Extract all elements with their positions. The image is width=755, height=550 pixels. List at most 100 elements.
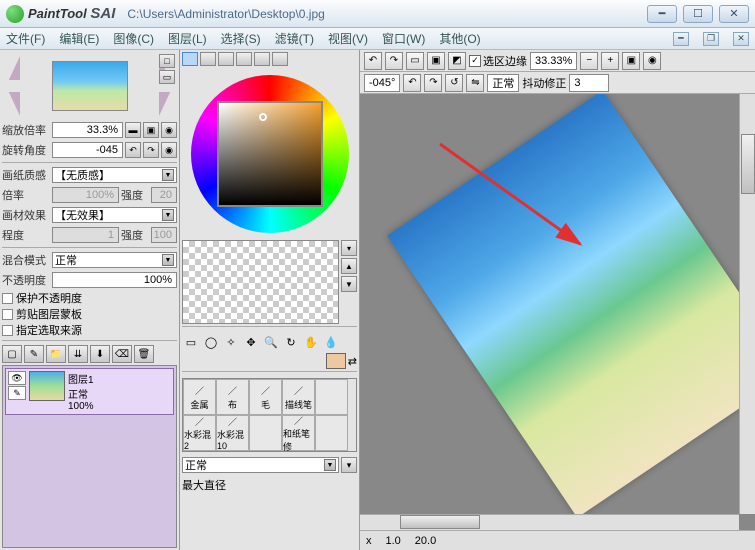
merge-down-button[interactable]: ⬇ xyxy=(90,345,110,363)
toolbar-angle-value[interactable]: -045° xyxy=(364,74,400,92)
rotate-cw-tb-button[interactable]: ↷ xyxy=(424,74,442,92)
menu-select[interactable]: 选择(S) xyxy=(221,30,261,47)
scratch-menu-button[interactable]: ▾ xyxy=(341,240,357,256)
new-layer-button[interactable]: ▢ xyxy=(2,345,22,363)
paper-texture-combo[interactable]: 【无质感】▼ xyxy=(52,167,177,183)
scratchpad-area[interactable] xyxy=(182,240,339,324)
brush-cell[interactable]: ／毛 xyxy=(249,379,282,415)
show-selection-button[interactable]: ◩ xyxy=(448,52,466,70)
rect-select-tool[interactable]: ▭ xyxy=(182,333,200,351)
zoom-value[interactable]: 33.3% xyxy=(52,122,123,138)
brush-options-button[interactable]: ▾ xyxy=(341,457,357,473)
selection-edge-checkbox[interactable]: ✓ xyxy=(469,55,481,67)
brush-mode-combo[interactable]: 正常▼ xyxy=(182,457,339,473)
toolbar-zoom-value[interactable]: 33.33% xyxy=(530,52,577,70)
foreground-color[interactable] xyxy=(326,353,346,369)
horizontal-scrollbar[interactable] xyxy=(360,514,739,530)
selection-source-checkbox[interactable] xyxy=(2,325,13,336)
close-button[interactable]: ✕ xyxy=(719,5,749,23)
nav-thumbnail[interactable] xyxy=(52,61,128,111)
stabilizer-value[interactable]: 3 xyxy=(569,74,609,92)
rotate-tool[interactable]: ↻ xyxy=(282,333,300,351)
brush-cell[interactable]: ／水彩混10 xyxy=(216,415,249,451)
color-marker[interactable] xyxy=(259,113,267,121)
doc-minimize-button[interactable]: ━ xyxy=(673,32,689,46)
zoom-reset-button[interactable]: ◉ xyxy=(161,122,177,138)
brush-cell[interactable]: ／布 xyxy=(216,379,249,415)
undo-button[interactable]: ↶ xyxy=(364,52,382,70)
brush-cell[interactable] xyxy=(315,415,348,451)
brush-cell[interactable]: ／水彩混2 xyxy=(183,415,216,451)
menu-window[interactable]: 窗口(W) xyxy=(382,30,425,47)
maximize-button[interactable]: ☐ xyxy=(683,5,713,23)
menu-view[interactable]: 视图(V) xyxy=(328,30,368,47)
protect-alpha-checkbox[interactable] xyxy=(2,293,13,304)
doc-close-button[interactable]: ✕ xyxy=(733,32,749,46)
zoom-in-tb-button[interactable]: + xyxy=(601,52,619,70)
zoom-in-button[interactable]: ▣ xyxy=(143,122,159,138)
flip-h-button[interactable]: ⇋ xyxy=(466,74,484,92)
rgb-slider-tab[interactable] xyxy=(200,52,216,66)
magic-wand-tool[interactable]: ✧ xyxy=(222,333,240,351)
minimize-button[interactable]: ━ xyxy=(647,5,677,23)
invert-selection-button[interactable]: ▣ xyxy=(427,52,445,70)
clipping-mask-checkbox[interactable] xyxy=(2,309,13,320)
rotation-value[interactable]: -045 xyxy=(52,142,123,158)
transfer-down-button[interactable]: ⇊ xyxy=(68,345,88,363)
menu-image[interactable]: 图像(C) xyxy=(113,30,154,47)
rotate-ccw-tb-button[interactable]: ↶ xyxy=(403,74,421,92)
brush-cell[interactable] xyxy=(249,415,282,451)
layer-edit-icon[interactable]: ✎ xyxy=(8,386,26,400)
rotate-reset-button[interactable]: ◉ xyxy=(161,142,177,158)
scratchpad-tab[interactable] xyxy=(272,52,288,66)
blend-mode-combo[interactable]: 正常▼ xyxy=(52,252,177,268)
menu-file[interactable]: 文件(F) xyxy=(6,30,45,47)
layer-item[interactable]: 👁 ✎ 图层1 正常 100% xyxy=(5,368,174,415)
toolbar-mode-value[interactable]: 正常 xyxy=(487,74,519,92)
zoom-fit-tb-button[interactable]: ▣ xyxy=(622,52,640,70)
rotate-ccw-button[interactable]: ↶ xyxy=(125,142,141,158)
color-wheel-tab[interactable] xyxy=(182,52,198,66)
new-folder-button[interactable]: 📁 xyxy=(46,345,66,363)
clear-layer-button[interactable]: ⌫ xyxy=(112,345,132,363)
nav-actual-button[interactable]: ▭ xyxy=(159,70,175,84)
delete-layer-button[interactable]: 🗑 xyxy=(134,345,154,363)
rotate-cw-button[interactable]: ↷ xyxy=(143,142,159,158)
rotate-reset-tb-button[interactable]: ↺ xyxy=(445,74,463,92)
swatches-tab[interactable] xyxy=(254,52,270,66)
opacity-value[interactable]: 100% xyxy=(52,272,177,288)
scratch-down-button[interactable]: ▼ xyxy=(341,276,357,292)
doc-restore-button[interactable]: ❐ xyxy=(703,32,719,46)
new-linework-button[interactable]: ✎ xyxy=(24,345,44,363)
redo-button[interactable]: ↷ xyxy=(385,52,403,70)
lasso-tool[interactable]: ◯ xyxy=(202,333,220,351)
deselect-button[interactable]: ▭ xyxy=(406,52,424,70)
navigator[interactable]: □ ▭ xyxy=(2,52,177,120)
brush-cell[interactable]: ／金属 xyxy=(183,379,216,415)
material-effect-combo[interactable]: 【无效果】▼ xyxy=(52,207,177,223)
zoom-out-tb-button[interactable]: − xyxy=(580,52,598,70)
zoom-out-button[interactable]: ▬ xyxy=(125,122,141,138)
menu-layer[interactable]: 图层(L) xyxy=(168,30,207,47)
brush-cell[interactable]: ／和纸笔修 xyxy=(282,415,315,451)
brush-cell[interactable]: ／描线笔 xyxy=(282,379,315,415)
color-wheel[interactable] xyxy=(182,70,357,238)
layer-list[interactable]: 👁 ✎ 图层1 正常 100% xyxy=(2,365,177,548)
brush-cell[interactable] xyxy=(315,379,348,415)
zoom-actual-tb-button[interactable]: ◉ xyxy=(643,52,661,70)
scratch-up-button[interactable]: ▲ xyxy=(341,258,357,274)
layer-visible-icon[interactable]: 👁 xyxy=(8,371,26,385)
menu-edit[interactable]: 编辑(E) xyxy=(59,30,99,47)
swap-colors-icon[interactable]: ⇄ xyxy=(348,355,357,368)
mixer-tab[interactable] xyxy=(236,52,252,66)
hand-tool[interactable]: ✋ xyxy=(302,333,320,351)
zoom-tool[interactable]: 🔍 xyxy=(262,333,280,351)
menu-other[interactable]: 其他(O) xyxy=(439,30,480,47)
vertical-scrollbar[interactable] xyxy=(739,94,755,514)
nav-fit-button[interactable]: □ xyxy=(159,54,175,68)
hsv-slider-tab[interactable] xyxy=(218,52,234,66)
canvas-area[interactable] xyxy=(360,94,755,530)
menu-filter[interactable]: 滤镜(T) xyxy=(275,30,314,47)
move-tool[interactable]: ✥ xyxy=(242,333,260,351)
eyedropper-tool[interactable]: 💧 xyxy=(322,333,340,351)
